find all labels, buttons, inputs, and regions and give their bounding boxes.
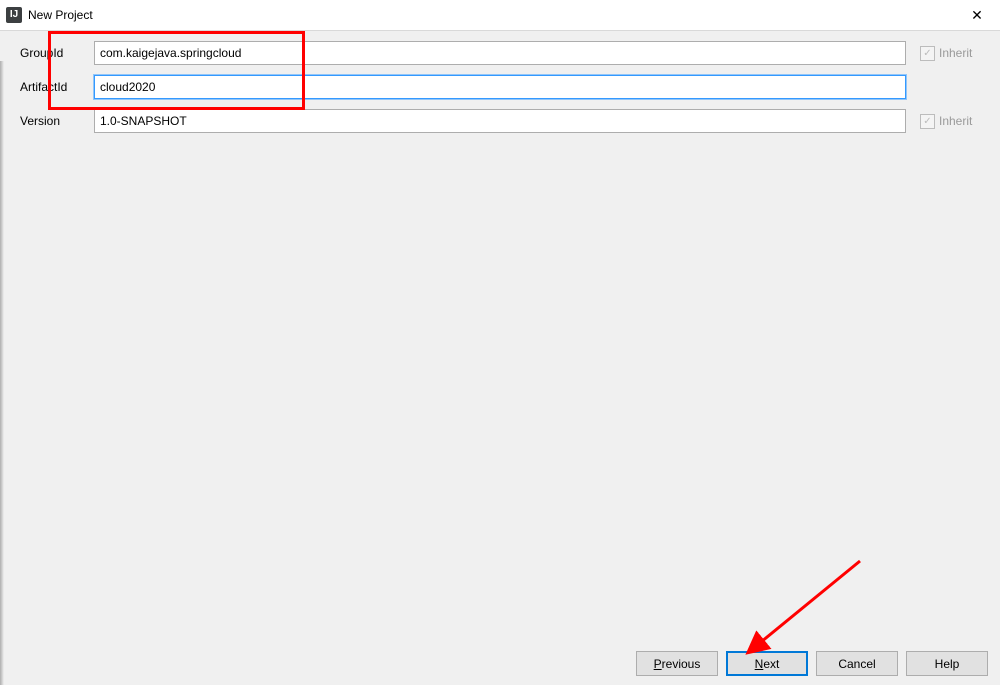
previous-button[interactable]: Previous — [636, 651, 718, 676]
next-button[interactable]: Next — [726, 651, 808, 676]
next-button-text: ext — [763, 657, 779, 671]
groupid-inherit-checkbox: ✓ — [920, 46, 935, 61]
dialog-body: GroupId ✓ Inherit ArtifactId Version ✓ I… — [0, 31, 1000, 685]
artifactid-label: ArtifactId — [20, 80, 94, 94]
cancel-button[interactable]: Cancel — [816, 651, 898, 676]
version-label: Version — [20, 114, 94, 128]
groupid-label: GroupId — [20, 46, 94, 60]
app-icon: IJ — [6, 7, 22, 23]
version-inherit-label: Inherit — [939, 114, 972, 128]
title-bar: IJ New Project ✕ — [0, 0, 1000, 31]
groupid-inherit-label: Inherit — [939, 46, 972, 60]
groupid-input[interactable] — [94, 41, 906, 65]
version-inherit-checkbox: ✓ — [920, 114, 935, 129]
groupid-inherit: ✓ Inherit — [920, 46, 990, 61]
window-title: New Project — [28, 8, 93, 22]
row-artifactid: ArtifactId — [20, 75, 990, 99]
version-input[interactable] — [94, 109, 906, 133]
help-button[interactable]: Help — [906, 651, 988, 676]
previous-button-text: revious — [662, 657, 701, 671]
version-inherit: ✓ Inherit — [920, 114, 990, 129]
left-shadow — [0, 61, 4, 685]
row-groupid: GroupId ✓ Inherit — [20, 41, 990, 65]
button-bar: Previous Next Cancel Help — [628, 651, 988, 676]
close-button[interactable]: ✕ — [954, 0, 1000, 30]
artifactid-input[interactable] — [94, 75, 906, 99]
row-version: Version ✓ Inherit — [20, 109, 990, 133]
form-area: GroupId ✓ Inherit ArtifactId Version ✓ I… — [20, 41, 990, 143]
